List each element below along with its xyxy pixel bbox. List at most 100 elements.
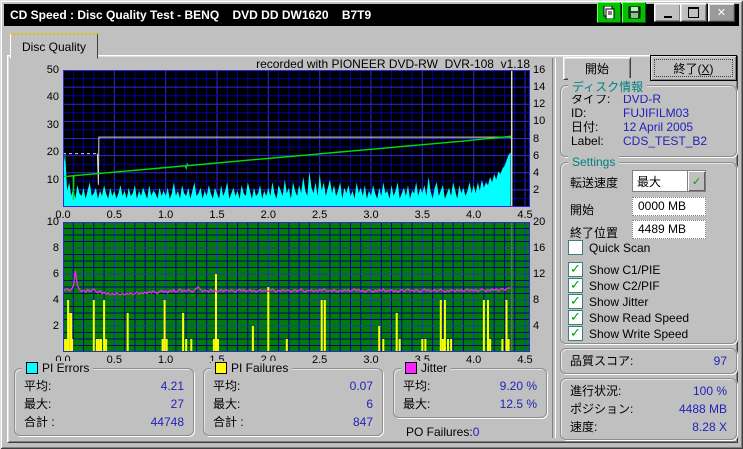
close-button[interactable]: ✕ bbox=[708, 3, 735, 22]
stat-row: 合計 :44748 bbox=[24, 415, 184, 429]
pi-errors-stats: 平均: 4.21 最大: 27 合計 :44748 bbox=[15, 369, 193, 431]
minimize-button[interactable] bbox=[654, 3, 681, 22]
disk-glyph bbox=[628, 6, 640, 19]
axis-tick: 2.5 bbox=[312, 209, 328, 221]
stat-row: 進行状況: 100 % bbox=[570, 384, 727, 398]
stat-row: ポジション: 4488 MB bbox=[570, 402, 727, 416]
po-failures-row: PO Failures: 0 bbox=[397, 423, 545, 441]
axis-tick: 40 bbox=[46, 91, 59, 104]
axis-tick: 1.5 bbox=[209, 209, 225, 221]
pi-errors-swatch bbox=[26, 362, 38, 374]
stat-row: 最大: 27 bbox=[24, 397, 184, 411]
stat-row: 平均: 9.20 % bbox=[403, 379, 537, 393]
axis-tick: 6 bbox=[52, 268, 59, 280]
checkbox-show-c1-pie[interactable]: Show C1/PIE bbox=[568, 261, 661, 277]
checkbox-box[interactable] bbox=[568, 261, 583, 277]
end-position-label: 終了位置 bbox=[570, 226, 619, 240]
speed-select-value: 最大 bbox=[637, 175, 662, 189]
app-window: CD Speed : Disc Quality Test - BENQ DVD … bbox=[0, 0, 743, 449]
checkbox-label: Quick Scan bbox=[589, 240, 651, 255]
checkbox-quick-scan[interactable]: Quick Scan bbox=[568, 240, 650, 255]
disc-info-row: ID: FUJIFILM03 bbox=[571, 106, 690, 120]
pi-errors-legend: PI Errors 平均: 4.21 最大: 27 合計 :44748 bbox=[14, 361, 194, 436]
disk-icon[interactable] bbox=[622, 2, 646, 23]
speed-label: 転送速度 bbox=[570, 176, 619, 190]
axis-tick: 4.5 bbox=[517, 354, 533, 366]
stat-row: 平均: 4.21 bbox=[24, 379, 184, 393]
axis-tick: 2.0 bbox=[260, 209, 276, 221]
checkbox-box[interactable] bbox=[568, 293, 583, 309]
stat-row: 合計 :847 bbox=[213, 415, 373, 429]
stat-row: 最大: 6 bbox=[213, 397, 373, 411]
checkbox-box[interactable] bbox=[568, 240, 583, 255]
close-glyph: ✕ bbox=[716, 7, 727, 19]
maximize-button[interactable] bbox=[680, 3, 707, 22]
quality-score-row: 品質スコア: 97 bbox=[561, 349, 736, 370]
jitter-legend-title: Jitter bbox=[401, 361, 452, 375]
stat-row: 最大: 12.5 % bbox=[403, 397, 537, 411]
axis-tick: 4.0 bbox=[466, 209, 482, 221]
axis-tick: 2 bbox=[52, 320, 59, 332]
checkbox-box[interactable] bbox=[568, 277, 583, 293]
start-button[interactable]: 開始 bbox=[563, 57, 631, 80]
exit-button-focus-ring bbox=[654, 59, 733, 77]
start-position-input[interactable]: 0000 MB bbox=[632, 197, 706, 216]
stat-row: 品質スコア: 97 bbox=[570, 354, 727, 368]
checkbox-label: Show Read Speed bbox=[589, 310, 690, 325]
checkbox-show-read-speed[interactable]: Show Read Speed bbox=[568, 309, 690, 325]
document-glyph bbox=[603, 6, 615, 19]
pi-failures-legend-title: PI Failures bbox=[211, 361, 293, 375]
axis-tick: 1.0 bbox=[158, 209, 174, 221]
axis-tick: 2.5 bbox=[312, 354, 328, 366]
maximize-glyph bbox=[688, 7, 699, 18]
start-button-label: 開始 bbox=[584, 62, 609, 76]
stat-row: 速度: 8.28 X bbox=[570, 420, 727, 434]
checkbox-show-write-speed[interactable]: Show Write Speed bbox=[568, 325, 689, 341]
axis-tick: 20 bbox=[46, 146, 59, 159]
jitter-stats: 平均: 9.20 % 最大: 12.5 % bbox=[394, 369, 546, 413]
tab-disc-quality[interactable]: Disc Quality bbox=[10, 33, 98, 59]
checkbox-box[interactable] bbox=[568, 309, 583, 325]
axis-tick: 3.5 bbox=[414, 209, 430, 221]
pi-failures-swatch bbox=[215, 362, 227, 374]
checkbox-show-c2-pif[interactable]: Show C2/PIF bbox=[568, 277, 660, 293]
jitter-legend: Jitter 平均: 9.20 % 最大: 12.5 % bbox=[393, 361, 547, 418]
disc-info-title: ディスク情報 bbox=[568, 78, 648, 95]
disc-info-group: ディスク情報 タイプ: DVD-R ID: FUJIFILM03 日付: 12 April… bbox=[560, 78, 737, 157]
jitter-swatch bbox=[405, 362, 417, 374]
axis-tick: 1.0 bbox=[158, 354, 174, 366]
pi-failures-legend: PI Failures 平均: 0.07 最大: 6 合計 :847 bbox=[203, 361, 383, 436]
axis-tick: 30 bbox=[46, 118, 59, 131]
axis-tick: 8 bbox=[52, 242, 59, 254]
jitter-legend-label: Jitter bbox=[421, 361, 448, 375]
checkbox-box[interactable] bbox=[568, 325, 583, 341]
checkbox-show-jitter[interactable]: Show Jitter bbox=[568, 293, 649, 309]
pi-failures-stats: 平均: 0.07 最大: 6 合計 :847 bbox=[204, 369, 382, 431]
quality-score-group: 品質スコア: 97 bbox=[560, 348, 737, 374]
axis-tick: 0.5 bbox=[106, 209, 122, 221]
axis-tick: 0.5 bbox=[106, 354, 122, 366]
disc-info-row: 日付: 12 April 2005 bbox=[571, 120, 694, 134]
axis-tick: 10 bbox=[46, 173, 59, 186]
axis-tick: 3.0 bbox=[363, 354, 379, 366]
pi-failures-jitter-chart bbox=[63, 222, 530, 352]
checkbox-label: Show Write Speed bbox=[589, 326, 689, 341]
panel-separator bbox=[552, 58, 556, 438]
speed-select[interactable]: 最大 ✓ bbox=[632, 170, 706, 192]
checkbox-label: Show Jitter bbox=[589, 294, 649, 309]
progress-group: 進行状況: 100 % ポジション: 4488 MB 速度: 8.28 X bbox=[560, 378, 737, 440]
settings-title: Settings bbox=[568, 155, 620, 169]
disc-info-row: Label: CDS_TEST_B2 bbox=[571, 134, 708, 148]
minimize-glyph bbox=[663, 15, 672, 18]
pi-errors-legend-title: PI Errors bbox=[22, 361, 94, 375]
document-icon[interactable] bbox=[597, 2, 621, 23]
axis-tick: 50 bbox=[46, 64, 59, 76]
progress-rows: 進行状況: 100 % ポジション: 4488 MB 速度: 8.28 X bbox=[561, 379, 736, 436]
end-position-input[interactable]: 4489 MB bbox=[632, 220, 706, 239]
stat-row: PO Failures: 0 bbox=[406, 425, 480, 439]
exit-button[interactable]: 終了(X) bbox=[650, 55, 737, 81]
chevron-down-icon[interactable]: ✓ bbox=[687, 171, 705, 191]
checkbox-label: Show C1/PIE bbox=[589, 262, 661, 277]
start-position-label: 開始 bbox=[570, 203, 595, 217]
pi-errors-chart bbox=[63, 70, 530, 207]
